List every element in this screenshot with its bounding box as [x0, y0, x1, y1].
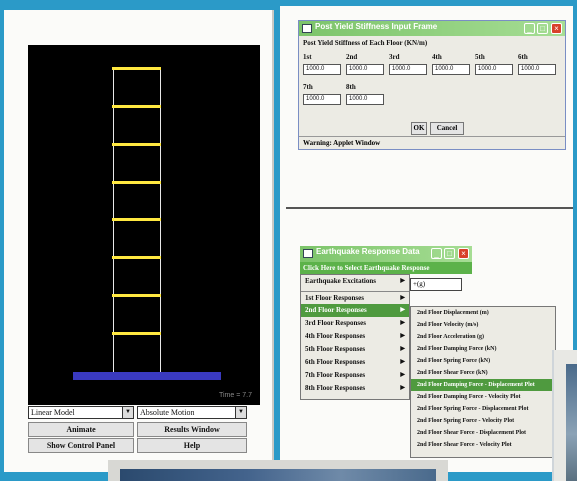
stiffness-input-dialog: Post Yield Stiffness Input Frame _ □ × P…: [298, 20, 566, 150]
bottom-photo: [120, 469, 436, 481]
submenu-item[interactable]: 2nd Floor Acceleration (g): [411, 331, 555, 343]
right-photo: [566, 364, 577, 481]
floor-stiffness-field[interactable]: 1000.0: [346, 64, 384, 75]
floor-stiffness-field[interactable]: 1000.0: [432, 64, 470, 75]
menu-item[interactable]: 4th Floor Responses ▶: [301, 330, 409, 343]
floor-stiffness-label: 1st: [303, 53, 312, 61]
submenu-item[interactable]: 2nd Floor Damping Force (kN): [411, 343, 555, 355]
floor-stiffness-label: 8th: [346, 83, 356, 91]
building-simulation-canvas: Time = 7.7: [28, 45, 260, 405]
menu-item[interactable]: 3rd Floor Responses ▶: [301, 317, 409, 330]
floor-slab: [112, 256, 161, 260]
menu-item[interactable]: 2nd Floor Responses ▶: [301, 304, 409, 317]
submenu-item[interactable]: 2nd Floor Shear Force - Velocity Plot: [411, 439, 555, 451]
floor-slab: [112, 218, 161, 222]
time-readout: Time = 7.7: [218, 392, 252, 399]
submenu-arrow-icon: ▶: [400, 278, 405, 284]
menu-item[interactable]: 5th Floor Responses ▶: [301, 343, 409, 356]
submenu-arrow-icon: ▶: [400, 359, 405, 365]
submenu-arrow-icon: ▶: [400, 333, 405, 339]
floor-stiffness-field[interactable]: 1000.0: [518, 64, 556, 75]
submenu-arrow-icon: ▶: [400, 320, 405, 326]
floor-slab: [112, 180, 161, 184]
submenu-item[interactable]: 2nd Floor Spring Force - Displacement Pl…: [411, 403, 555, 415]
dialog-titlebar[interactable]: Post Yield Stiffness Input Frame _ □ ×: [299, 21, 565, 36]
animate-button[interactable]: Animate: [28, 422, 134, 437]
menu-item-label: 4th Floor Responses: [305, 332, 366, 340]
floor-slab: [112, 67, 161, 70]
dialog-title: Post Yield Stiffness Input Frame: [315, 22, 438, 31]
results-window-button[interactable]: Results Window: [137, 422, 247, 437]
submenu-arrow-icon: ▶: [400, 307, 405, 313]
earthquake-select-header[interactable]: Click Here to Select Earthquake Response: [300, 262, 472, 274]
model-select-value: Linear Model: [31, 408, 75, 417]
window-icon: [303, 249, 313, 258]
motion-select-value: Absolute Motion: [140, 408, 195, 417]
menu-item-label: Earthquake Excitations: [305, 277, 376, 285]
submenu-item[interactable]: 2nd Floor Velocity (m/s): [411, 319, 555, 331]
menu-item[interactable]: 1st Floor Responses ▶: [301, 291, 409, 304]
menu-item[interactable]: 6th Floor Responses ▶: [301, 356, 409, 369]
excitation-value-field[interactable]: +(g): [410, 278, 462, 291]
help-button[interactable]: Help: [137, 438, 247, 453]
menu-item-label: 2nd Floor Responses: [305, 306, 367, 314]
minimize-icon[interactable]: _: [524, 23, 535, 34]
menu-item-label: 7th Floor Responses: [305, 371, 366, 379]
cancel-button[interactable]: Cancel: [430, 122, 464, 135]
maximize-icon[interactable]: □: [444, 248, 455, 259]
submenu-item[interactable]: 2nd Floor Spring Force (kN): [411, 355, 555, 367]
floor-stiffness-label: 7th: [303, 83, 313, 91]
earthquake-window-title: Earthquake Response Data: [316, 247, 420, 256]
page-divider: [286, 207, 573, 209]
submenu-arrow-icon: ▶: [400, 385, 405, 391]
menu-item[interactable]: 7th Floor Responses ▶: [301, 369, 409, 382]
submenu-item[interactable]: 2nd Floor Displacement (m): [411, 307, 555, 319]
floor-slab: [112, 294, 161, 298]
applet-warning-status: Warning: Applet Window: [299, 136, 565, 149]
earthquake-window-titlebar[interactable]: Earthquake Response Data _ □ ×: [300, 246, 472, 262]
ok-button[interactable]: OK: [411, 122, 427, 135]
dropdown-arrow-icon: ▼: [235, 407, 246, 418]
menu-item-label: 8th Floor Responses: [305, 384, 366, 392]
floor-stiffness-label: 4th: [432, 53, 442, 61]
menu-item-label: 6th Floor Responses: [305, 358, 366, 366]
submenu-arrow-icon: ▶: [400, 372, 405, 378]
submenu-arrow-icon: ▶: [400, 346, 405, 352]
submenu-item[interactable]: 2nd Floor Spring Force - Velocity Plot: [411, 415, 555, 427]
floor-stiffness-label: 2nd: [346, 53, 358, 61]
menu-item-label: 5th Floor Responses: [305, 345, 366, 353]
floor-stiffness-field[interactable]: 1000.0: [303, 94, 341, 105]
window-icon: [302, 24, 312, 33]
dropdown-arrow-icon: ▼: [122, 407, 133, 418]
floor-stiffness-field[interactable]: 1000.0: [346, 94, 384, 105]
menu-item-label: 1st Floor Responses: [305, 294, 364, 302]
close-icon[interactable]: ×: [458, 248, 469, 259]
earthquake-response-menu: Earthquake Excitations ▶ 1st Floor Respons…: [300, 274, 410, 400]
maximize-icon[interactable]: □: [537, 23, 548, 34]
floor-response-submenu: 2nd Floor Displacement (m) 2nd Floor Velo…: [410, 306, 556, 458]
stiffness-heading: Post Yield Stiffness of Each Floor (KN/m…: [303, 39, 428, 47]
floor-stiffness-field[interactable]: 1000.0: [303, 64, 341, 75]
motion-select[interactable]: Absolute Motion ▼: [137, 406, 247, 419]
floor-stiffness-label: 5th: [475, 53, 485, 61]
submenu-item[interactable]: 2nd Floor Damping Force - Displacement P…: [411, 379, 555, 391]
submenu-item[interactable]: 2nd Floor Damping Force - Velocity Plot: [411, 391, 555, 403]
floor-slab: [112, 332, 161, 335]
floor-stiffness-label: 6th: [518, 53, 528, 61]
ground-base: [73, 372, 221, 380]
show-control-panel-button[interactable]: Show Control Panel: [28, 438, 134, 453]
floor-stiffness-field[interactable]: 1000.0: [389, 64, 427, 75]
menu-item[interactable]: 8th Floor Responses ▶: [301, 382, 409, 395]
floor-stiffness-label: 3rd: [389, 53, 400, 61]
floor-slab: [112, 104, 161, 108]
close-icon[interactable]: ×: [551, 23, 562, 34]
floor-slab: [112, 142, 161, 146]
submenu-item[interactable]: 2nd Floor Shear Force - Displacement Plo…: [411, 427, 555, 439]
menu-item[interactable]: Earthquake Excitations ▶: [301, 275, 409, 288]
submenu-item[interactable]: 2nd Floor Shear Force (kN): [411, 367, 555, 379]
floor-stiffness-field[interactable]: 1000.0: [475, 64, 513, 75]
menu-item-label: 3rd Floor Responses: [305, 319, 366, 327]
minimize-icon[interactable]: _: [431, 248, 442, 259]
model-select[interactable]: Linear Model ▼: [28, 406, 134, 419]
